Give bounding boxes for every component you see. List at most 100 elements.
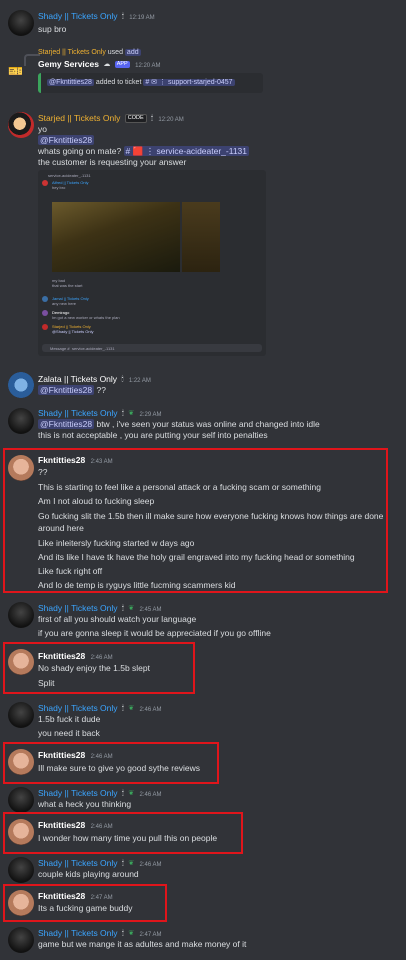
candle-icon: 🕯 [121, 705, 124, 713]
timestamp: 2:47 AM [90, 895, 113, 901]
user-mention[interactable]: @Fkntitties28 [38, 385, 95, 395]
author-name[interactable]: Fkntitties28 [38, 891, 85, 901]
author-name[interactable]: Fkntitties28 [38, 651, 85, 661]
game-screenshot [52, 202, 220, 272]
leaf-icon: ❦ [128, 860, 135, 868]
screenshot-placeholder: Message # [50, 346, 70, 351]
message-text: I wonder how many time you pull this on … [38, 833, 218, 843]
message-text: btw , i've seen your status was online a… [96, 419, 320, 429]
author-name[interactable]: Shady || Tickets Only [38, 11, 118, 21]
message-text: Go fucking slit the 1.5b then ill make s… [38, 511, 384, 521]
message-text: ?? [96, 385, 106, 395]
avatar[interactable] [8, 819, 34, 845]
avatar[interactable] [8, 455, 34, 481]
timestamp: 2:45 AM [139, 607, 162, 613]
message: Shady || Tickets Only 🕯 ❦ 2:46 AM what a… [0, 786, 406, 813]
author-name[interactable]: Shady || Tickets Only [38, 858, 118, 868]
screenshot-channel: service-acideater_-1131 [48, 173, 91, 178]
channel-mention[interactable]: # 🟥 ⋮ service-acideater_-1131 [123, 146, 250, 156]
message: Shady || Tickets Only 🕯 ❦ 2:46 AM couple… [0, 856, 406, 883]
avatar[interactable] [8, 927, 34, 953]
user-mention[interactable]: @Fkntitties28 [38, 135, 95, 145]
leaf-icon: ❦ [128, 410, 135, 418]
avatar[interactable] [8, 602, 34, 628]
author-name[interactable]: Shady || Tickets Only [38, 788, 118, 798]
message-text: Like fuck right off [38, 566, 103, 576]
message: Shady || Tickets Only 🕯 ❦ 2:45 AM first … [0, 600, 406, 640]
avatar[interactable] [8, 10, 34, 36]
screenshot-avatar [42, 310, 48, 316]
timestamp: 2:46 AM [90, 655, 113, 661]
timestamp: 2:46 AM [90, 754, 113, 760]
message: Fkntitties28 2:46 AM No shady enjoy the … [0, 646, 406, 692]
channel-mention[interactable]: # ✉ ⋮ support-starjed-0457 [143, 79, 235, 86]
message-text: And lo de temp is ryguys little fucming … [38, 580, 236, 590]
author-name[interactable]: Shady || Tickets Only [38, 928, 118, 938]
ticket-icon: 🎫 [8, 64, 23, 78]
message-text: if you are gonna sleep it would be appre… [38, 628, 271, 638]
message-text: No shady enjoy the 1.5b slept [38, 663, 150, 673]
message-text: Like inleitersly fucking started w days … [38, 538, 195, 548]
author-name[interactable]: Shady || Tickets Only [38, 703, 118, 713]
candle-icon: 🕯 [121, 930, 124, 938]
message: Fkntitties28 2:47 AM Its a fucking game … [0, 887, 406, 921]
candle-icon: 🕯 [151, 115, 154, 123]
candle-icon: 🕯 [121, 410, 124, 418]
avatar[interactable] [8, 857, 34, 883]
screenshot-avatar [42, 296, 48, 302]
screenshot-text: Im got a new worker or whats the plan [52, 315, 120, 320]
message-text: you need it back [38, 728, 100, 738]
message-text: yo [38, 124, 47, 134]
message: Shady || Tickets Only 🕯 ❦ 2:47 AM game b… [0, 926, 406, 956]
candle-icon: 🕯 [121, 376, 124, 384]
avatar[interactable] [8, 890, 34, 916]
author-name[interactable]: Fkntitties28 [38, 750, 85, 760]
author-name[interactable]: Starjed || Tickets Only [38, 113, 120, 123]
attached-screenshot[interactable]: service-acideater_-1131 Alfred || Ticket… [38, 170, 266, 356]
author-name[interactable]: Shady || Tickets Only [38, 603, 118, 613]
message: Starjed || Tickets Only used add 🎫 Gemy … [0, 44, 406, 102]
system-author[interactable]: Starjed || Tickets Only [38, 49, 106, 56]
author-name[interactable]: Fkntitties28 [38, 820, 85, 830]
user-mention[interactable]: @Fkntitties28 [47, 79, 94, 86]
avatar[interactable] [8, 649, 34, 675]
timestamp: 2:47 AM [139, 932, 162, 938]
message-text: first of all you should watch your langu… [38, 614, 197, 624]
message: Fkntitties28 2:46 AM Ill make sure to gi… [0, 746, 406, 782]
screenshot-avatar [42, 180, 48, 186]
avatar[interactable] [8, 749, 34, 775]
cloud-icon: ☁ [103, 61, 111, 69]
author-name[interactable]: Zalata || Tickets Only [38, 374, 117, 384]
avatar[interactable] [8, 372, 34, 398]
candle-icon: 🕯 [121, 605, 124, 613]
command-name[interactable]: add [124, 49, 141, 56]
author-name[interactable]: Gemy Services [38, 59, 99, 69]
timestamp: 2:43 AM [90, 459, 113, 465]
timestamp: 12:19 AM [129, 15, 155, 21]
author-name[interactable]: Shady || Tickets Only [38, 408, 118, 418]
avatar[interactable] [8, 702, 34, 728]
author-name[interactable]: Fkntitties28 [38, 455, 85, 465]
leaf-icon: ❦ [128, 705, 135, 713]
timestamp: 2:46 AM [139, 792, 162, 798]
message-text: this is not acceptable , you are putting… [38, 430, 268, 440]
message-text: Am I not aloud to fucking sleep [38, 496, 155, 506]
avatar[interactable] [8, 787, 34, 813]
message: Fkntitties28 2:43 AM ?? This is starting… [0, 452, 406, 592]
message-text: the customer is requesting your answer [38, 157, 187, 167]
system-used: used [107, 49, 123, 56]
candle-icon: 🕯 [121, 13, 124, 21]
message-text: Ill make sure to give yo good sythe revi… [38, 763, 201, 773]
timestamp: 2:29 AM [139, 412, 162, 418]
message-text: whats going on mate? [38, 146, 122, 156]
avatar[interactable] [8, 112, 34, 138]
avatar[interactable] [8, 408, 34, 434]
message: Fkntitties28 2:46 AM I wonder how many t… [0, 816, 406, 852]
message-text: Split [38, 678, 55, 688]
user-mention[interactable]: @Fkntitties28 [38, 419, 95, 429]
leaf-icon: ❦ [128, 605, 135, 613]
screenshot-avatar [42, 324, 48, 330]
screenshot-placeholder: service-acideater_-1131 [72, 346, 115, 351]
timestamp: 2:46 AM [139, 862, 162, 868]
message-text: couple kids playing around [38, 869, 139, 879]
